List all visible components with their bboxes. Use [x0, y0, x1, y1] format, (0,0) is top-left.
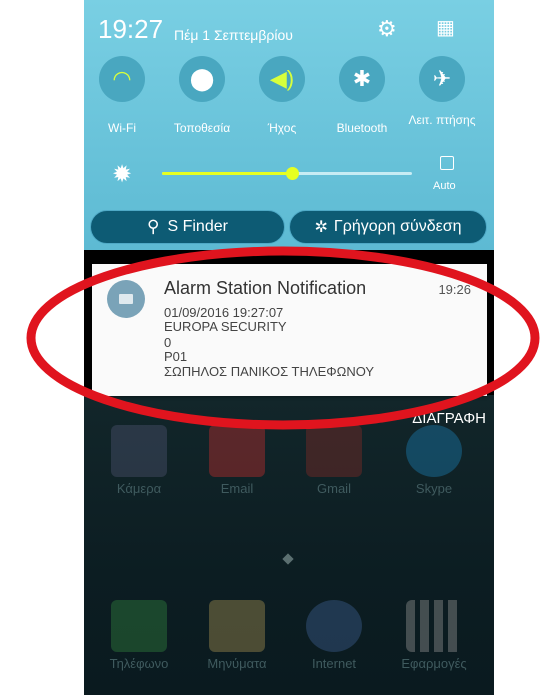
quick-connect-button[interactable]: ✲ Γρήγορη σύνδεση [289, 210, 487, 244]
notification-line: EUROPA SECURITY [164, 319, 287, 334]
brightness-slider-thumb[interactable] [286, 167, 299, 180]
wifi-icon: ◠ [112, 66, 132, 91]
location-icon: ⬤ [189, 66, 215, 91]
app-label: Email [220, 481, 254, 496]
app-messages[interactable]: Μηνύματα [187, 600, 287, 671]
apps-icon [406, 600, 462, 652]
notification-card[interactable]: Alarm Station Notification 19:26 01/09/2… [92, 264, 487, 396]
bluetooth-icon: ✱ [352, 66, 372, 91]
sfinder-label: S Finder [167, 218, 228, 235]
internet-icon [306, 600, 362, 652]
camera-icon [111, 425, 167, 477]
sfinder-button[interactable]: ⚲ S Finder [90, 210, 285, 244]
airplane-toggle[interactable]: ✈ [419, 56, 465, 102]
quick-connect-icon: ✲ [314, 219, 328, 236]
settings-gear-icon[interactable]: ⚙ [377, 18, 397, 40]
clear-button[interactable]: ΔΙΑΓΡΑΦΗ [412, 410, 486, 427]
wifi-label: Wi-Fi [108, 121, 136, 135]
search-icon: ⚲ [147, 217, 160, 236]
phone-screen: Κάμερα Email Gmail Skype Τηλέφωνο Μηνύμα… [84, 0, 494, 695]
app-label: Τηλέφωνο [109, 656, 169, 671]
app-label: Εφαρμογές [401, 656, 467, 671]
airplane-label: Λειτ. πτήσης [408, 113, 476, 127]
brightness-icon: ✹ [112, 161, 133, 188]
app-apps[interactable]: Εφαρμογές [384, 600, 484, 671]
sound-icon: ◀) [269, 66, 295, 91]
notification-title: Alarm Station Notification [164, 278, 367, 298]
wifi-toggle[interactable]: ◠ [99, 56, 145, 102]
app-label: Internet [311, 656, 357, 671]
app-skype[interactable]: Skype [384, 425, 484, 496]
notification-line: P01 [164, 349, 188, 364]
home-screen: Κάμερα Email Gmail Skype Τηλέφωνο Μηνύμα… [84, 395, 494, 695]
bluetooth-label: Bluetooth [336, 121, 388, 135]
notification-time: 19:26 [438, 282, 471, 297]
app-internet[interactable]: Internet [284, 600, 384, 671]
quick-settings-panel: 19:27 Πέμ 1 Σεπτεμβρίου ⚙ ▦ ◠ ⬤ ◀) ✱ ✈ W… [84, 0, 494, 250]
brightness-slider-fill [162, 172, 292, 175]
skype-icon [406, 425, 462, 477]
messages-icon [209, 600, 265, 652]
app-label: Μηνύματα [207, 656, 267, 671]
phone-icon [111, 600, 167, 652]
alarm-app-icon [107, 280, 145, 318]
status-date: Πέμ 1 Σεπτεμβρίου [174, 27, 293, 43]
page-indicator [282, 553, 294, 565]
app-email[interactable]: Email [187, 425, 287, 496]
email-icon [209, 425, 265, 477]
location-toggle[interactable]: ⬤ [179, 56, 225, 102]
sound-toggle[interactable]: ◀) [259, 56, 305, 102]
gmail-icon [306, 425, 362, 477]
auto-brightness-label: Auto [433, 180, 456, 192]
bluetooth-toggle[interactable]: ✱ [339, 56, 385, 102]
airplane-icon: ✈ [432, 66, 452, 91]
edit-grid-icon[interactable]: ▦ [436, 18, 455, 38]
notification-line: ΣΩΠΗΛΟΣ ΠΑΝΙΚΟΣ ΤΗΛΕΦΩΝΟΥ [164, 364, 375, 379]
status-time: 19:27 [98, 14, 164, 44]
notification-line: 01/09/2016 19:27:07 [164, 305, 284, 320]
app-gmail[interactable]: Gmail [284, 425, 384, 496]
quick-connect-label: Γρήγορη σύνδεση [333, 218, 462, 235]
location-label: Τοποθεσία [173, 121, 231, 135]
sound-label: Ήχος [267, 121, 297, 135]
app-label: Κάμερα [116, 481, 162, 496]
notification-line: 0 [164, 335, 172, 350]
app-label: Skype [415, 481, 453, 496]
app-label: Gmail [317, 481, 351, 496]
app-camera[interactable]: Κάμερα [89, 425, 189, 496]
auto-brightness-checkbox[interactable] [440, 156, 454, 170]
app-phone[interactable]: Τηλέφωνο [89, 600, 189, 671]
